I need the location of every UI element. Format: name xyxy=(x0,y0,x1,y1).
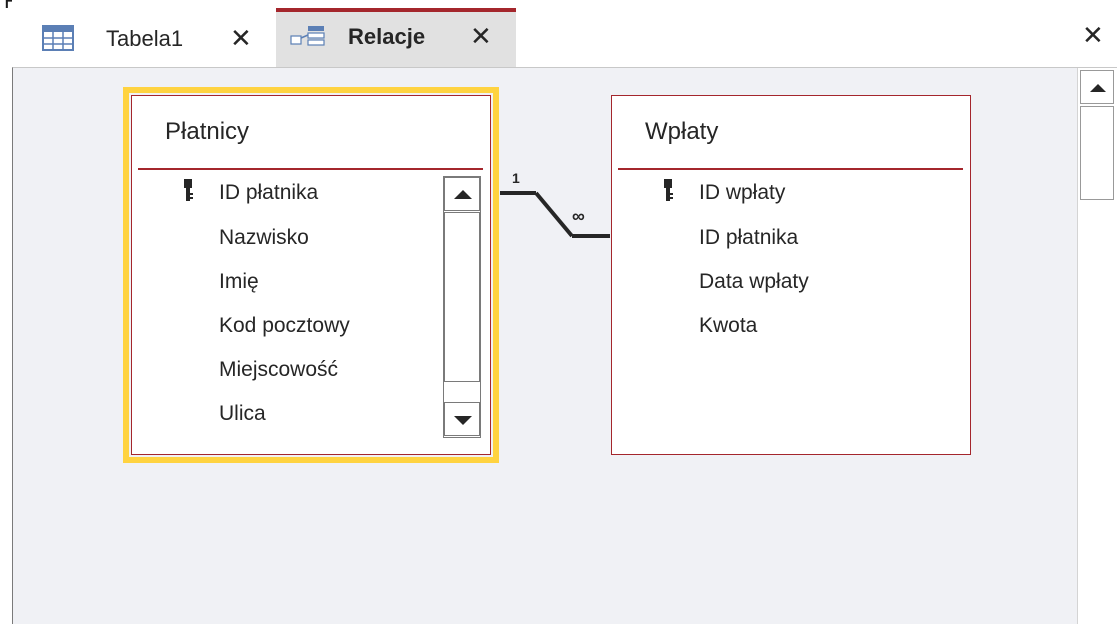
primary-key-icon xyxy=(664,179,673,201)
table-title: Wpłaty xyxy=(645,118,719,145)
up-arrow-icon xyxy=(1090,84,1106,92)
scroll-up-button[interactable] xyxy=(1080,70,1114,104)
field-row[interactable]: Kwota xyxy=(699,314,757,338)
down-arrow-icon xyxy=(454,416,472,425)
primary-key-icon xyxy=(184,179,193,201)
field-row[interactable]: ID płatnika xyxy=(219,181,318,205)
field-row[interactable]: Data wpłaty xyxy=(699,270,809,294)
table-platnicy[interactable]: Płatnicy ID płatnika Nazwisko Imię Kod p… xyxy=(123,87,499,463)
field-row[interactable]: Ulica xyxy=(219,402,266,426)
tab-tabela1[interactable]: Tabela1 ✕ xyxy=(28,12,276,67)
many-side-label: ∞ xyxy=(572,206,585,226)
field-row[interactable]: ID wpłaty xyxy=(699,181,785,205)
up-arrow-icon xyxy=(454,190,472,199)
field-scroll-down-button[interactable] xyxy=(444,402,480,436)
tab-relacje[interactable]: Relacje ✕ xyxy=(276,8,516,67)
table-wplaty[interactable]: Wpłaty ID wpłaty ID płatnika Data wpłaty… xyxy=(611,95,971,455)
relationships-icon xyxy=(290,26,325,46)
title-divider xyxy=(138,168,483,170)
tab-label: Tabela1 xyxy=(106,26,184,51)
field-scroll-up-button[interactable] xyxy=(444,177,480,211)
title-divider xyxy=(618,168,963,170)
document-tab-bar: Tabela1 ✕ Relacje ✕ ✕ xyxy=(12,0,1117,67)
table-icon xyxy=(42,25,74,51)
field-row[interactable]: Kod pocztowy xyxy=(219,314,350,338)
close-icon[interactable]: ✕ xyxy=(230,25,252,51)
one-side-label: 1 xyxy=(512,170,520,186)
table-title: Płatnicy xyxy=(165,118,250,145)
field-row[interactable]: Miejscowość xyxy=(219,358,338,382)
tab-label: Relacje xyxy=(348,24,426,49)
field-scroll-thumb[interactable] xyxy=(444,212,480,382)
scroll-thumb[interactable] xyxy=(1080,106,1114,200)
field-row[interactable]: Nazwisko xyxy=(219,226,309,250)
close-document-icon[interactable]: ✕ xyxy=(1082,22,1104,48)
field-row[interactable]: Imię xyxy=(219,270,259,294)
field-row[interactable]: ID płatnika xyxy=(699,226,798,250)
close-icon[interactable]: ✕ xyxy=(470,23,492,49)
